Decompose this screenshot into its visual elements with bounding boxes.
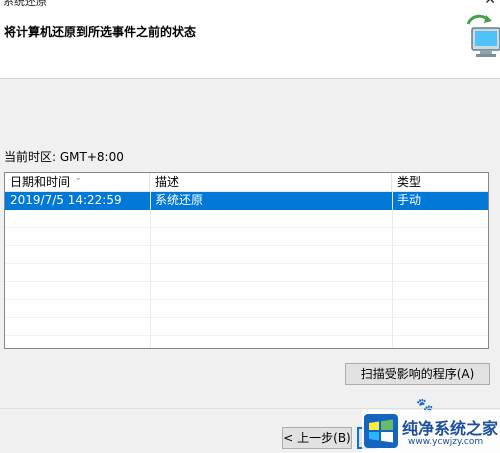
- close-icon[interactable]: ✕: [484, 0, 496, 8]
- column-divider: [150, 191, 151, 348]
- table-header: 日期和时间 ⌄ 描述 类型: [5, 173, 488, 192]
- empty-row: [5, 210, 488, 228]
- watermark-url: www.ycwjzy.com: [408, 437, 484, 447]
- restore-points-table[interactable]: 日期和时间 ⌄ 描述 类型 2019/7/5 14:22:59 系统还原 手动: [4, 172, 489, 349]
- timezone-label: 当前时区: GMT+8:00: [4, 150, 124, 164]
- watermark-name: 纯净系统之家: [402, 419, 499, 438]
- site-watermark: 纯净系统之家 www.ycwjzy.com: [362, 410, 500, 453]
- cell-datetime: 2019/7/5 14:22:59: [10, 193, 122, 207]
- cell-type: 手动: [397, 193, 422, 207]
- page-heading: 将计算机还原到所选事件之前的状态: [4, 25, 197, 39]
- scan-affected-programs-button[interactable]: 扫描受影响的程序(A): [345, 363, 490, 385]
- empty-row: [5, 282, 488, 300]
- back-button[interactable]: < 上一步(B): [282, 427, 352, 449]
- empty-row: [5, 264, 488, 282]
- sort-arrow-icon: ⌄: [75, 173, 82, 182]
- system-restore-icon: [466, 14, 500, 57]
- column-header-datetime[interactable]: 日期和时间 ⌄: [5, 173, 150, 191]
- empty-row: [5, 228, 488, 246]
- table-row[interactable]: 2019/7/5 14:22:59 系统还原 手动: [5, 192, 488, 210]
- wizard-header: 将计算机还原到所选事件之前的状态: [0, 8, 500, 79]
- empty-row: [5, 246, 488, 264]
- empty-row: [5, 336, 488, 348]
- column-header-type[interactable]: 类型: [392, 173, 488, 191]
- cell-description: 系统还原: [155, 193, 204, 207]
- column-header-description[interactable]: 描述: [150, 173, 392, 191]
- column-divider: [392, 191, 393, 348]
- windows-logo-icon: [364, 414, 398, 448]
- empty-row: [5, 318, 488, 336]
- empty-row: [5, 300, 488, 318]
